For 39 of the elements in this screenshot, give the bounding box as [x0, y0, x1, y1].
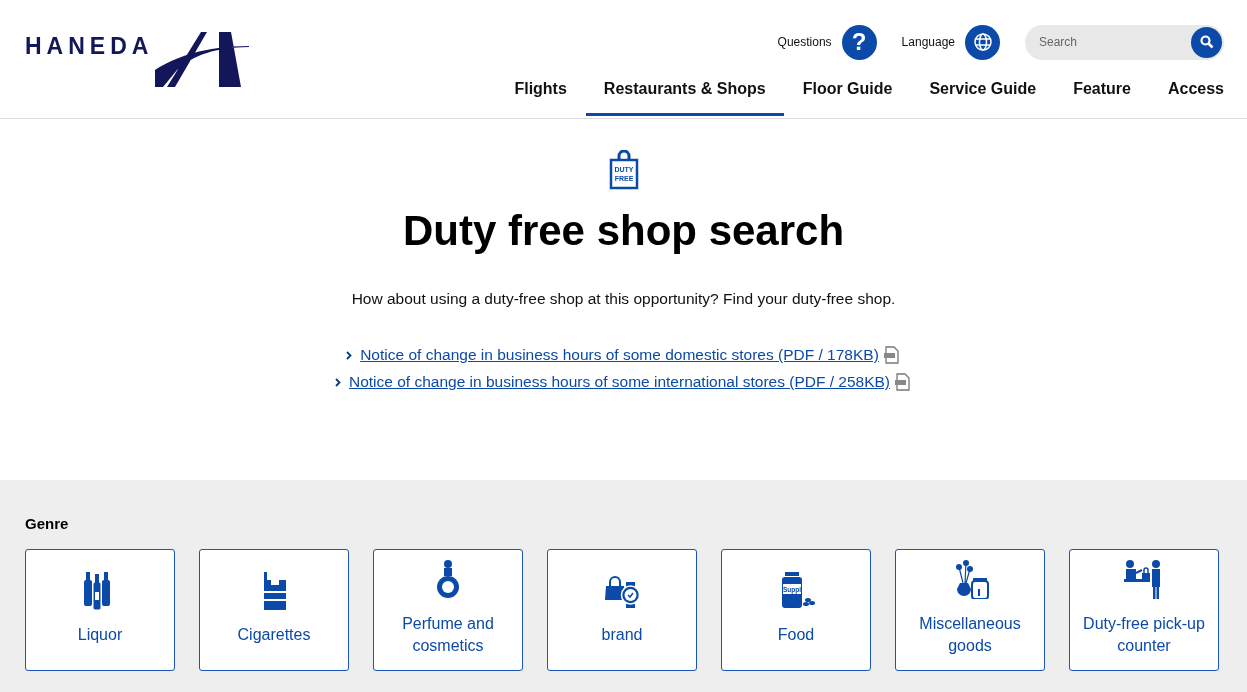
logo-mark-icon	[155, 32, 250, 87]
search-bar[interactable]: Search	[1025, 24, 1224, 60]
nav-tab[interactable]: Access	[1149, 71, 1224, 116]
genre-card[interactable]: Liquor	[25, 549, 175, 671]
page-title: Duty free shop search	[402, 207, 845, 255]
globe-icon	[972, 32, 993, 52]
chevron-icon	[334, 377, 341, 387]
genre-card[interactable]: brand	[547, 549, 697, 671]
genre-card[interactable]: Perfume and cosmetics	[373, 549, 523, 671]
pdf-file-icon	[894, 373, 913, 391]
nav-tab[interactable]: Service Guide	[911, 71, 1055, 116]
genre-card[interactable]: Duty-free pick-up counter	[1069, 549, 1219, 671]
search-button[interactable]	[1191, 26, 1222, 58]
notice-link[interactable]: Notice of change in business hours of some international stores (PDF / 258KB)	[348, 373, 891, 391]
card-label: Food	[776, 625, 816, 645]
card-label: Perfume and cosmetics	[401, 614, 495, 656]
genre-card[interactable]: Cigarettes	[199, 549, 349, 671]
genre-card[interactable]: Miscellaneous goods	[895, 549, 1045, 671]
card-label: Miscellaneous goods	[918, 614, 1022, 656]
nav-tab[interactable]: Floor Guide	[784, 71, 911, 116]
nav-tab[interactable]: Flights	[496, 71, 585, 116]
search-icon	[1199, 35, 1214, 49]
search-field[interactable]: Search	[1039, 24, 1191, 60]
section-heading: Genre	[25, 515, 70, 532]
chevron-icon	[346, 350, 353, 360]
pdf-file-icon	[882, 346, 901, 364]
help-button[interactable]: ?	[841, 24, 877, 60]
card-label: Cigarettes	[236, 625, 312, 645]
card-label: Duty-free pick-up counter	[1082, 614, 1206, 656]
card-label: Liquor	[76, 625, 124, 645]
utility-label[interactable]: Language	[901, 35, 955, 49]
intro-text: How about using a duty-free shop at this opportunity? Find your duty-free shop.	[351, 290, 896, 308]
nav-tab[interactable]: Feature	[1055, 71, 1149, 116]
notice-link[interactable]: Notice of change in business hours of some domestic stores (PDF / 178KB)	[360, 346, 879, 364]
nav-tab[interactable]: Restaurants & Shops	[585, 71, 784, 116]
card-label: brand	[600, 625, 644, 645]
language-button[interactable]	[965, 24, 1000, 60]
logo-wordmark[interactable]: HANEDA	[25, 33, 154, 60]
utility-label[interactable]: Questions	[777, 35, 832, 49]
